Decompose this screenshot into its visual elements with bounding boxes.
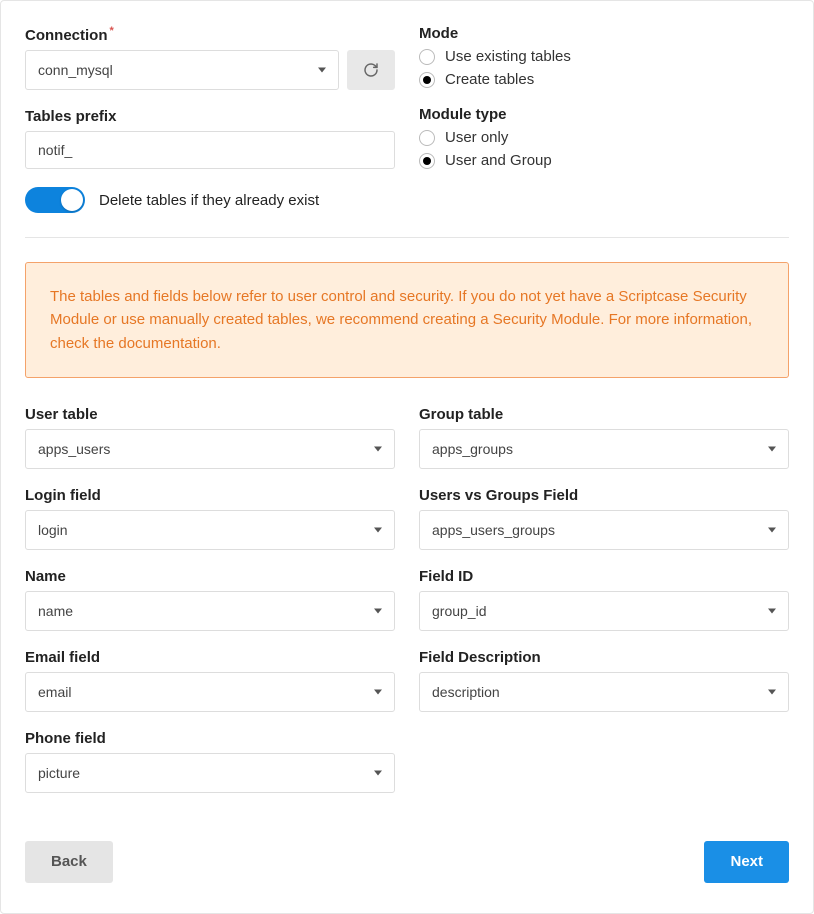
connection-select[interactable]: conn_mysql <box>25 50 339 90</box>
connection-value: conn_mysql <box>38 62 113 78</box>
field-id-block: Field ID group_id <box>419 568 789 631</box>
phone-field-value: picture <box>38 765 80 781</box>
users-groups-field-value: apps_users_groups <box>432 522 555 538</box>
name-field-value: name <box>38 603 73 619</box>
prefix-label: Tables prefix <box>25 108 395 125</box>
module-option-user-group-label: User and Group <box>445 152 552 169</box>
connection-row: conn_mysql <box>25 50 395 90</box>
field-description-label: Field Description <box>419 649 789 666</box>
fields-left-col: User table apps_users Login field login … <box>25 406 395 811</box>
connection-label: Connection* <box>25 25 395 44</box>
mode-label: Mode <box>419 25 789 42</box>
user-table-label: User table <box>25 406 395 423</box>
field-description-value: description <box>432 684 500 700</box>
name-field-label: Name <box>25 568 395 585</box>
phone-field-select[interactable]: picture <box>25 753 395 793</box>
group-table-select[interactable]: apps_groups <box>419 429 789 469</box>
delete-toggle-row: Delete tables if they already exist <box>25 187 395 213</box>
radio-icon <box>419 130 435 146</box>
connection-block: Connection* conn_mysql <box>25 25 395 90</box>
user-table-select[interactable]: apps_users <box>25 429 395 469</box>
back-button[interactable]: Back <box>25 841 113 883</box>
email-field-block: Email field email <box>25 649 395 712</box>
caret-icon <box>374 770 382 775</box>
email-field-select[interactable]: email <box>25 672 395 712</box>
left-col: Connection* conn_mysql Tables prefix <box>25 25 395 213</box>
caret-icon <box>374 608 382 613</box>
name-field-select[interactable]: name <box>25 591 395 631</box>
caret-icon <box>318 68 326 73</box>
caret-icon <box>374 689 382 694</box>
email-field-value: email <box>38 684 71 700</box>
email-field-label: Email field <box>25 649 395 666</box>
phone-field-label: Phone field <box>25 730 395 747</box>
prefix-block: Tables prefix <box>25 108 395 169</box>
module-type-label: Module type <box>419 106 789 123</box>
fields-grid: User table apps_users Login field login … <box>25 406 789 811</box>
divider <box>25 237 789 238</box>
login-field-block: Login field login <box>25 487 395 550</box>
mode-option-create-label: Create tables <box>445 71 534 88</box>
refresh-icon <box>363 62 379 78</box>
module-option-user-group[interactable]: User and Group <box>419 152 789 169</box>
config-card: Connection* conn_mysql Tables prefix <box>0 0 814 914</box>
login-field-select[interactable]: login <box>25 510 395 550</box>
right-col: Mode Use existing tables Create tables M… <box>419 25 789 213</box>
security-alert: The tables and fields below refer to use… <box>25 262 789 378</box>
login-field-label: Login field <box>25 487 395 504</box>
field-description-block: Field Description description <box>419 649 789 712</box>
radio-icon <box>419 72 435 88</box>
group-table-label: Group table <box>419 406 789 423</box>
prefix-input[interactable] <box>25 131 395 169</box>
delete-toggle[interactable] <box>25 187 85 213</box>
users-groups-field-label: Users vs Groups Field <box>419 487 789 504</box>
phone-field-block: Phone field picture <box>25 730 395 793</box>
delete-toggle-label: Delete tables if they already exist <box>99 192 319 209</box>
mode-option-create[interactable]: Create tables <box>419 71 789 88</box>
group-table-value: apps_groups <box>432 441 513 457</box>
name-field-block: Name name <box>25 568 395 631</box>
required-asterisk: * <box>110 25 114 37</box>
next-button[interactable]: Next <box>704 841 789 883</box>
field-description-select[interactable]: description <box>419 672 789 712</box>
user-table-block: User table apps_users <box>25 406 395 469</box>
mode-option-existing-label: Use existing tables <box>445 48 571 65</box>
caret-icon <box>768 608 776 613</box>
caret-icon <box>374 527 382 532</box>
mode-block: Mode Use existing tables Create tables <box>419 25 789 88</box>
field-id-select[interactable]: group_id <box>419 591 789 631</box>
caret-icon <box>768 689 776 694</box>
login-field-value: login <box>38 522 68 538</box>
radio-icon <box>419 49 435 65</box>
field-id-value: group_id <box>432 603 487 619</box>
field-id-label: Field ID <box>419 568 789 585</box>
user-table-value: apps_users <box>38 441 110 457</box>
module-option-user-only-label: User only <box>445 129 508 146</box>
caret-icon <box>374 446 382 451</box>
module-type-block: Module type User only User and Group <box>419 106 789 169</box>
module-option-user-only[interactable]: User only <box>419 129 789 146</box>
footer-buttons: Back Next <box>25 841 789 883</box>
fields-right-col: Group table apps_groups Users vs Groups … <box>419 406 789 811</box>
connection-label-text: Connection <box>25 27 108 44</box>
mode-option-existing[interactable]: Use existing tables <box>419 48 789 65</box>
users-groups-field-block: Users vs Groups Field apps_users_groups <box>419 487 789 550</box>
radio-icon <box>419 153 435 169</box>
caret-icon <box>768 527 776 532</box>
refresh-button[interactable] <box>347 50 395 90</box>
caret-icon <box>768 446 776 451</box>
group-table-block: Group table apps_groups <box>419 406 789 469</box>
users-groups-field-select[interactable]: apps_users_groups <box>419 510 789 550</box>
top-section: Connection* conn_mysql Tables prefix <box>25 25 789 213</box>
